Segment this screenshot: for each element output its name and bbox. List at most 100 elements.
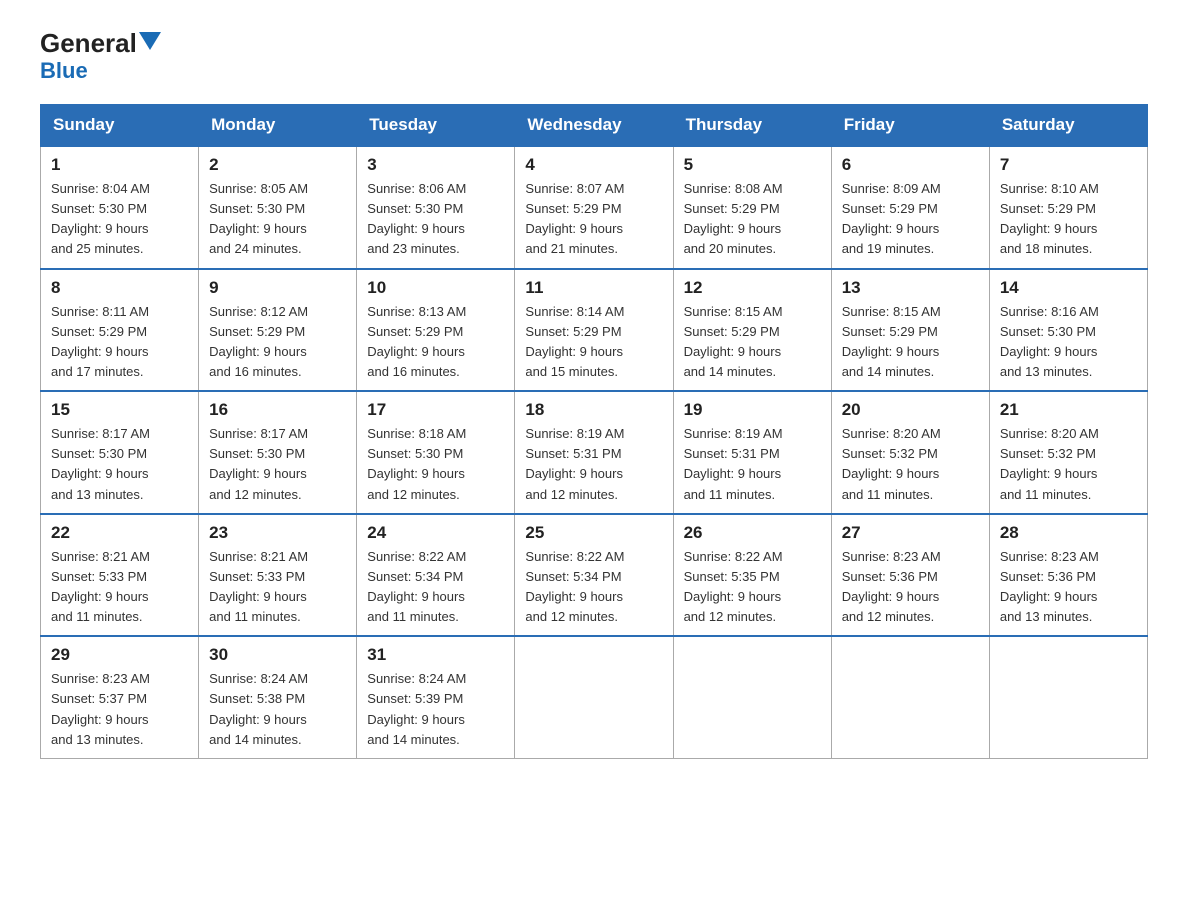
- calendar-table: SundayMondayTuesdayWednesdayThursdayFrid…: [40, 104, 1148, 759]
- day-number: 20: [842, 400, 979, 420]
- calendar-cell: 24 Sunrise: 8:22 AMSunset: 5:34 PMDaylig…: [357, 514, 515, 637]
- day-number: 18: [525, 400, 662, 420]
- calendar-cell: 17 Sunrise: 8:18 AMSunset: 5:30 PMDaylig…: [357, 391, 515, 514]
- logo-blue: Blue: [40, 58, 88, 84]
- day-number: 23: [209, 523, 346, 543]
- calendar-cell: 20 Sunrise: 8:20 AMSunset: 5:32 PMDaylig…: [831, 391, 989, 514]
- day-info: Sunrise: 8:22 AMSunset: 5:35 PMDaylight:…: [684, 549, 783, 624]
- day-info: Sunrise: 8:17 AMSunset: 5:30 PMDaylight:…: [51, 426, 150, 501]
- calendar-cell: 21 Sunrise: 8:20 AMSunset: 5:32 PMDaylig…: [989, 391, 1147, 514]
- day-info: Sunrise: 8:19 AMSunset: 5:31 PMDaylight:…: [525, 426, 624, 501]
- calendar-cell: 12 Sunrise: 8:15 AMSunset: 5:29 PMDaylig…: [673, 269, 831, 392]
- day-number: 4: [525, 155, 662, 175]
- weekday-header-friday: Friday: [831, 105, 989, 147]
- calendar-cell: 14 Sunrise: 8:16 AMSunset: 5:30 PMDaylig…: [989, 269, 1147, 392]
- day-number: 24: [367, 523, 504, 543]
- calendar-cell: 4 Sunrise: 8:07 AMSunset: 5:29 PMDayligh…: [515, 146, 673, 269]
- day-number: 14: [1000, 278, 1137, 298]
- calendar-cell: 26 Sunrise: 8:22 AMSunset: 5:35 PMDaylig…: [673, 514, 831, 637]
- logo: General Blue: [40, 30, 161, 84]
- day-number: 2: [209, 155, 346, 175]
- day-info: Sunrise: 8:11 AMSunset: 5:29 PMDaylight:…: [51, 304, 149, 379]
- day-number: 26: [684, 523, 821, 543]
- day-info: Sunrise: 8:20 AMSunset: 5:32 PMDaylight:…: [842, 426, 941, 501]
- day-number: 29: [51, 645, 188, 665]
- day-number: 10: [367, 278, 504, 298]
- day-number: 17: [367, 400, 504, 420]
- day-info: Sunrise: 8:09 AMSunset: 5:29 PMDaylight:…: [842, 181, 941, 256]
- calendar-cell: 7 Sunrise: 8:10 AMSunset: 5:29 PMDayligh…: [989, 146, 1147, 269]
- calendar-cell: 1 Sunrise: 8:04 AMSunset: 5:30 PMDayligh…: [41, 146, 199, 269]
- day-info: Sunrise: 8:12 AMSunset: 5:29 PMDaylight:…: [209, 304, 308, 379]
- day-info: Sunrise: 8:24 AMSunset: 5:39 PMDaylight:…: [367, 671, 466, 746]
- calendar-cell: 2 Sunrise: 8:05 AMSunset: 5:30 PMDayligh…: [199, 146, 357, 269]
- calendar-week-row: 1 Sunrise: 8:04 AMSunset: 5:30 PMDayligh…: [41, 146, 1148, 269]
- day-number: 22: [51, 523, 188, 543]
- day-info: Sunrise: 8:08 AMSunset: 5:29 PMDaylight:…: [684, 181, 783, 256]
- calendar-cell: [989, 636, 1147, 758]
- calendar-week-row: 22 Sunrise: 8:21 AMSunset: 5:33 PMDaylig…: [41, 514, 1148, 637]
- day-info: Sunrise: 8:23 AMSunset: 5:37 PMDaylight:…: [51, 671, 150, 746]
- weekday-header-sunday: Sunday: [41, 105, 199, 147]
- day-number: 1: [51, 155, 188, 175]
- calendar-cell: 18 Sunrise: 8:19 AMSunset: 5:31 PMDaylig…: [515, 391, 673, 514]
- day-info: Sunrise: 8:22 AMSunset: 5:34 PMDaylight:…: [525, 549, 624, 624]
- calendar-week-row: 29 Sunrise: 8:23 AMSunset: 5:37 PMDaylig…: [41, 636, 1148, 758]
- day-info: Sunrise: 8:10 AMSunset: 5:29 PMDaylight:…: [1000, 181, 1099, 256]
- day-number: 3: [367, 155, 504, 175]
- calendar-cell: 9 Sunrise: 8:12 AMSunset: 5:29 PMDayligh…: [199, 269, 357, 392]
- day-number: 11: [525, 278, 662, 298]
- day-info: Sunrise: 8:15 AMSunset: 5:29 PMDaylight:…: [684, 304, 783, 379]
- day-info: Sunrise: 8:23 AMSunset: 5:36 PMDaylight:…: [842, 549, 941, 624]
- day-number: 5: [684, 155, 821, 175]
- calendar-cell: 31 Sunrise: 8:24 AMSunset: 5:39 PMDaylig…: [357, 636, 515, 758]
- day-number: 12: [684, 278, 821, 298]
- day-info: Sunrise: 8:23 AMSunset: 5:36 PMDaylight:…: [1000, 549, 1099, 624]
- day-number: 6: [842, 155, 979, 175]
- logo-triangle-icon: [139, 32, 161, 50]
- calendar-cell: 15 Sunrise: 8:17 AMSunset: 5:30 PMDaylig…: [41, 391, 199, 514]
- calendar-cell: 30 Sunrise: 8:24 AMSunset: 5:38 PMDaylig…: [199, 636, 357, 758]
- calendar-cell: 11 Sunrise: 8:14 AMSunset: 5:29 PMDaylig…: [515, 269, 673, 392]
- calendar-cell: 19 Sunrise: 8:19 AMSunset: 5:31 PMDaylig…: [673, 391, 831, 514]
- page-header: General Blue: [40, 30, 1148, 84]
- day-number: 13: [842, 278, 979, 298]
- calendar-cell: 27 Sunrise: 8:23 AMSunset: 5:36 PMDaylig…: [831, 514, 989, 637]
- day-info: Sunrise: 8:13 AMSunset: 5:29 PMDaylight:…: [367, 304, 466, 379]
- day-info: Sunrise: 8:14 AMSunset: 5:29 PMDaylight:…: [525, 304, 624, 379]
- calendar-cell: 16 Sunrise: 8:17 AMSunset: 5:30 PMDaylig…: [199, 391, 357, 514]
- calendar-cell: 23 Sunrise: 8:21 AMSunset: 5:33 PMDaylig…: [199, 514, 357, 637]
- day-number: 7: [1000, 155, 1137, 175]
- logo-general: General: [40, 30, 137, 56]
- calendar-cell: 25 Sunrise: 8:22 AMSunset: 5:34 PMDaylig…: [515, 514, 673, 637]
- day-number: 9: [209, 278, 346, 298]
- day-info: Sunrise: 8:22 AMSunset: 5:34 PMDaylight:…: [367, 549, 466, 624]
- weekday-header-tuesday: Tuesday: [357, 105, 515, 147]
- day-number: 21: [1000, 400, 1137, 420]
- calendar-cell: 29 Sunrise: 8:23 AMSunset: 5:37 PMDaylig…: [41, 636, 199, 758]
- calendar-cell: 8 Sunrise: 8:11 AMSunset: 5:29 PMDayligh…: [41, 269, 199, 392]
- calendar-cell: 22 Sunrise: 8:21 AMSunset: 5:33 PMDaylig…: [41, 514, 199, 637]
- calendar-cell: [515, 636, 673, 758]
- day-number: 25: [525, 523, 662, 543]
- day-info: Sunrise: 8:05 AMSunset: 5:30 PMDaylight:…: [209, 181, 308, 256]
- day-info: Sunrise: 8:21 AMSunset: 5:33 PMDaylight:…: [51, 549, 150, 624]
- weekday-header-saturday: Saturday: [989, 105, 1147, 147]
- day-number: 15: [51, 400, 188, 420]
- day-info: Sunrise: 8:21 AMSunset: 5:33 PMDaylight:…: [209, 549, 308, 624]
- day-info: Sunrise: 8:20 AMSunset: 5:32 PMDaylight:…: [1000, 426, 1099, 501]
- calendar-week-row: 8 Sunrise: 8:11 AMSunset: 5:29 PMDayligh…: [41, 269, 1148, 392]
- calendar-cell: [831, 636, 989, 758]
- calendar-cell: 3 Sunrise: 8:06 AMSunset: 5:30 PMDayligh…: [357, 146, 515, 269]
- calendar-cell: 13 Sunrise: 8:15 AMSunset: 5:29 PMDaylig…: [831, 269, 989, 392]
- day-number: 31: [367, 645, 504, 665]
- day-info: Sunrise: 8:24 AMSunset: 5:38 PMDaylight:…: [209, 671, 308, 746]
- calendar-cell: 5 Sunrise: 8:08 AMSunset: 5:29 PMDayligh…: [673, 146, 831, 269]
- weekday-header-monday: Monday: [199, 105, 357, 147]
- weekday-header-wednesday: Wednesday: [515, 105, 673, 147]
- day-number: 16: [209, 400, 346, 420]
- day-info: Sunrise: 8:07 AMSunset: 5:29 PMDaylight:…: [525, 181, 624, 256]
- day-info: Sunrise: 8:19 AMSunset: 5:31 PMDaylight:…: [684, 426, 783, 501]
- day-info: Sunrise: 8:16 AMSunset: 5:30 PMDaylight:…: [1000, 304, 1099, 379]
- calendar-week-row: 15 Sunrise: 8:17 AMSunset: 5:30 PMDaylig…: [41, 391, 1148, 514]
